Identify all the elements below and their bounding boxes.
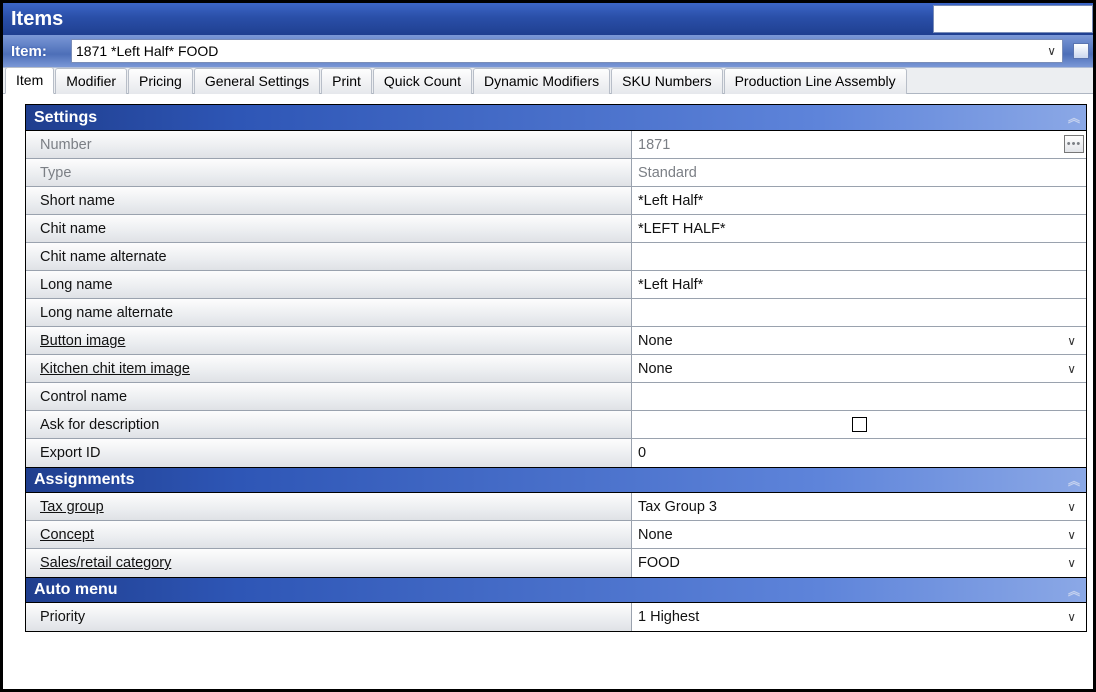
row-long-name: Long name *Left Half* (26, 271, 1086, 299)
window-title: Items (11, 8, 63, 31)
label-kitchen-chit-image: Kitchen chit item image (26, 355, 632, 382)
section-title: Auto menu (34, 581, 118, 599)
label-number: Number (26, 131, 632, 158)
label-long-name: Long name (26, 271, 632, 298)
properties-panel: Settings ︽ Number 1871 ••• Type Standard… (25, 104, 1087, 632)
label-priority: Priority (26, 603, 632, 631)
section-header-settings[interactable]: Settings ︽ (26, 105, 1086, 131)
value-long-name[interactable]: *Left Half* (632, 271, 1086, 298)
assignments-rows: Tax group Tax Group 3 ∨ Concept None ∨ S… (26, 493, 1086, 577)
value-long-name-alt[interactable] (632, 299, 1086, 326)
label-export-id: Export ID (26, 439, 632, 467)
row-control-name: Control name (26, 383, 1086, 411)
row-concept: Concept None ∨ (26, 521, 1086, 549)
label-control-name: Control name (26, 383, 632, 410)
row-chit-name-alt: Chit name alternate (26, 243, 1086, 271)
tab-sku-numbers[interactable]: SKU Numbers (611, 68, 722, 94)
settings-rows: Number 1871 ••• Type Standard Short name… (26, 131, 1086, 467)
value-type: Standard (632, 159, 1086, 186)
ellipsis-button[interactable]: ••• (1064, 135, 1084, 153)
value-button-image[interactable]: None ∨ (632, 327, 1086, 354)
tab-modifier[interactable]: Modifier (55, 68, 127, 94)
label-type: Type (26, 159, 632, 186)
label-button-image: Button image (26, 327, 632, 354)
item-selector-row: Item: 1871 *Left Half* FOOD ∨ (3, 35, 1093, 68)
tab-quick-count[interactable]: Quick Count (373, 68, 472, 94)
chevron-down-icon: ∨ (1067, 362, 1076, 376)
row-long-name-alt: Long name alternate (26, 299, 1086, 327)
chevron-down-icon: ∨ (1067, 610, 1076, 624)
label-short-name: Short name (26, 187, 632, 214)
label-sales-retail-category: Sales/retail category (26, 549, 632, 577)
row-kitchen-chit-image: Kitchen chit item image None ∨ (26, 355, 1086, 383)
row-export-id: Export ID 0 (26, 439, 1086, 467)
value-export-id[interactable]: 0 (632, 439, 1086, 467)
item-dropdown[interactable]: 1871 *Left Half* FOOD ∨ (71, 39, 1063, 63)
value-number[interactable]: 1871 ••• (632, 131, 1086, 158)
chevron-up-double-icon: ︽ (1068, 109, 1078, 126)
label-ask-for-description: Ask for description (26, 411, 632, 438)
chevron-up-double-icon: ︽ (1068, 582, 1078, 599)
label-tax-group: Tax group (26, 493, 632, 520)
value-control-name[interactable] (632, 383, 1086, 410)
value-kitchen-chit-image[interactable]: None ∨ (632, 355, 1086, 382)
row-tax-group: Tax group Tax Group 3 ∨ (26, 493, 1086, 521)
label-chit-name-alt: Chit name alternate (26, 243, 632, 270)
tab-item[interactable]: Item (5, 67, 54, 94)
row-sales-retail-category: Sales/retail category FOOD ∨ (26, 549, 1086, 577)
chevron-up-double-icon: ︽ (1068, 472, 1078, 489)
row-button-image: Button image None ∨ (26, 327, 1086, 355)
value-sales-retail-category[interactable]: FOOD ∨ (632, 549, 1086, 577)
row-type: Type Standard (26, 159, 1086, 187)
checkbox-ask-for-description[interactable] (852, 417, 867, 432)
tab-production-line-assembly[interactable]: Production Line Assembly (724, 68, 907, 94)
value-concept[interactable]: None ∨ (632, 521, 1086, 548)
item-lookup-icon[interactable] (1073, 43, 1089, 59)
item-dropdown-value: 1871 *Left Half* FOOD (76, 43, 218, 59)
row-number: Number 1871 ••• (26, 131, 1086, 159)
content-area: Settings ︽ Number 1871 ••• Type Standard… (3, 94, 1093, 632)
chevron-down-icon: ∨ (1067, 556, 1076, 570)
value-chit-name[interactable]: *LEFT HALF* (632, 215, 1086, 242)
chevron-down-icon: ∨ (1067, 334, 1076, 348)
section-title: Assignments (34, 471, 134, 489)
label-long-name-alt: Long name alternate (26, 299, 632, 326)
chevron-down-icon: ∨ (1047, 44, 1056, 58)
title-search-box[interactable] (933, 5, 1093, 33)
value-chit-name-alt[interactable] (632, 243, 1086, 270)
item-label: Item: (7, 43, 65, 60)
tab-strip: Item Modifier Pricing General Settings P… (3, 68, 1093, 94)
value-tax-group[interactable]: Tax Group 3 ∨ (632, 493, 1086, 520)
row-chit-name: Chit name *LEFT HALF* (26, 215, 1086, 243)
auto-menu-rows: Priority 1 Highest ∨ (26, 603, 1086, 631)
section-header-assignments[interactable]: Assignments ︽ (26, 467, 1086, 493)
value-priority[interactable]: 1 Highest ∨ (632, 603, 1086, 631)
tab-print[interactable]: Print (321, 68, 372, 94)
section-title: Settings (34, 109, 97, 127)
value-short-name[interactable]: *Left Half* (632, 187, 1086, 214)
tab-pricing[interactable]: Pricing (128, 68, 193, 94)
value-ask-for-description[interactable] (632, 411, 1086, 438)
chevron-down-icon: ∨ (1067, 500, 1076, 514)
row-ask-for-description: Ask for description (26, 411, 1086, 439)
row-priority: Priority 1 Highest ∨ (26, 603, 1086, 631)
label-concept: Concept (26, 521, 632, 548)
title-bar: Items (3, 3, 1093, 35)
tab-dynamic-modifiers[interactable]: Dynamic Modifiers (473, 68, 610, 94)
section-header-auto-menu[interactable]: Auto menu ︽ (26, 577, 1086, 603)
label-chit-name: Chit name (26, 215, 632, 242)
tab-general-settings[interactable]: General Settings (194, 68, 320, 94)
row-short-name: Short name *Left Half* (26, 187, 1086, 215)
chevron-down-icon: ∨ (1067, 528, 1076, 542)
